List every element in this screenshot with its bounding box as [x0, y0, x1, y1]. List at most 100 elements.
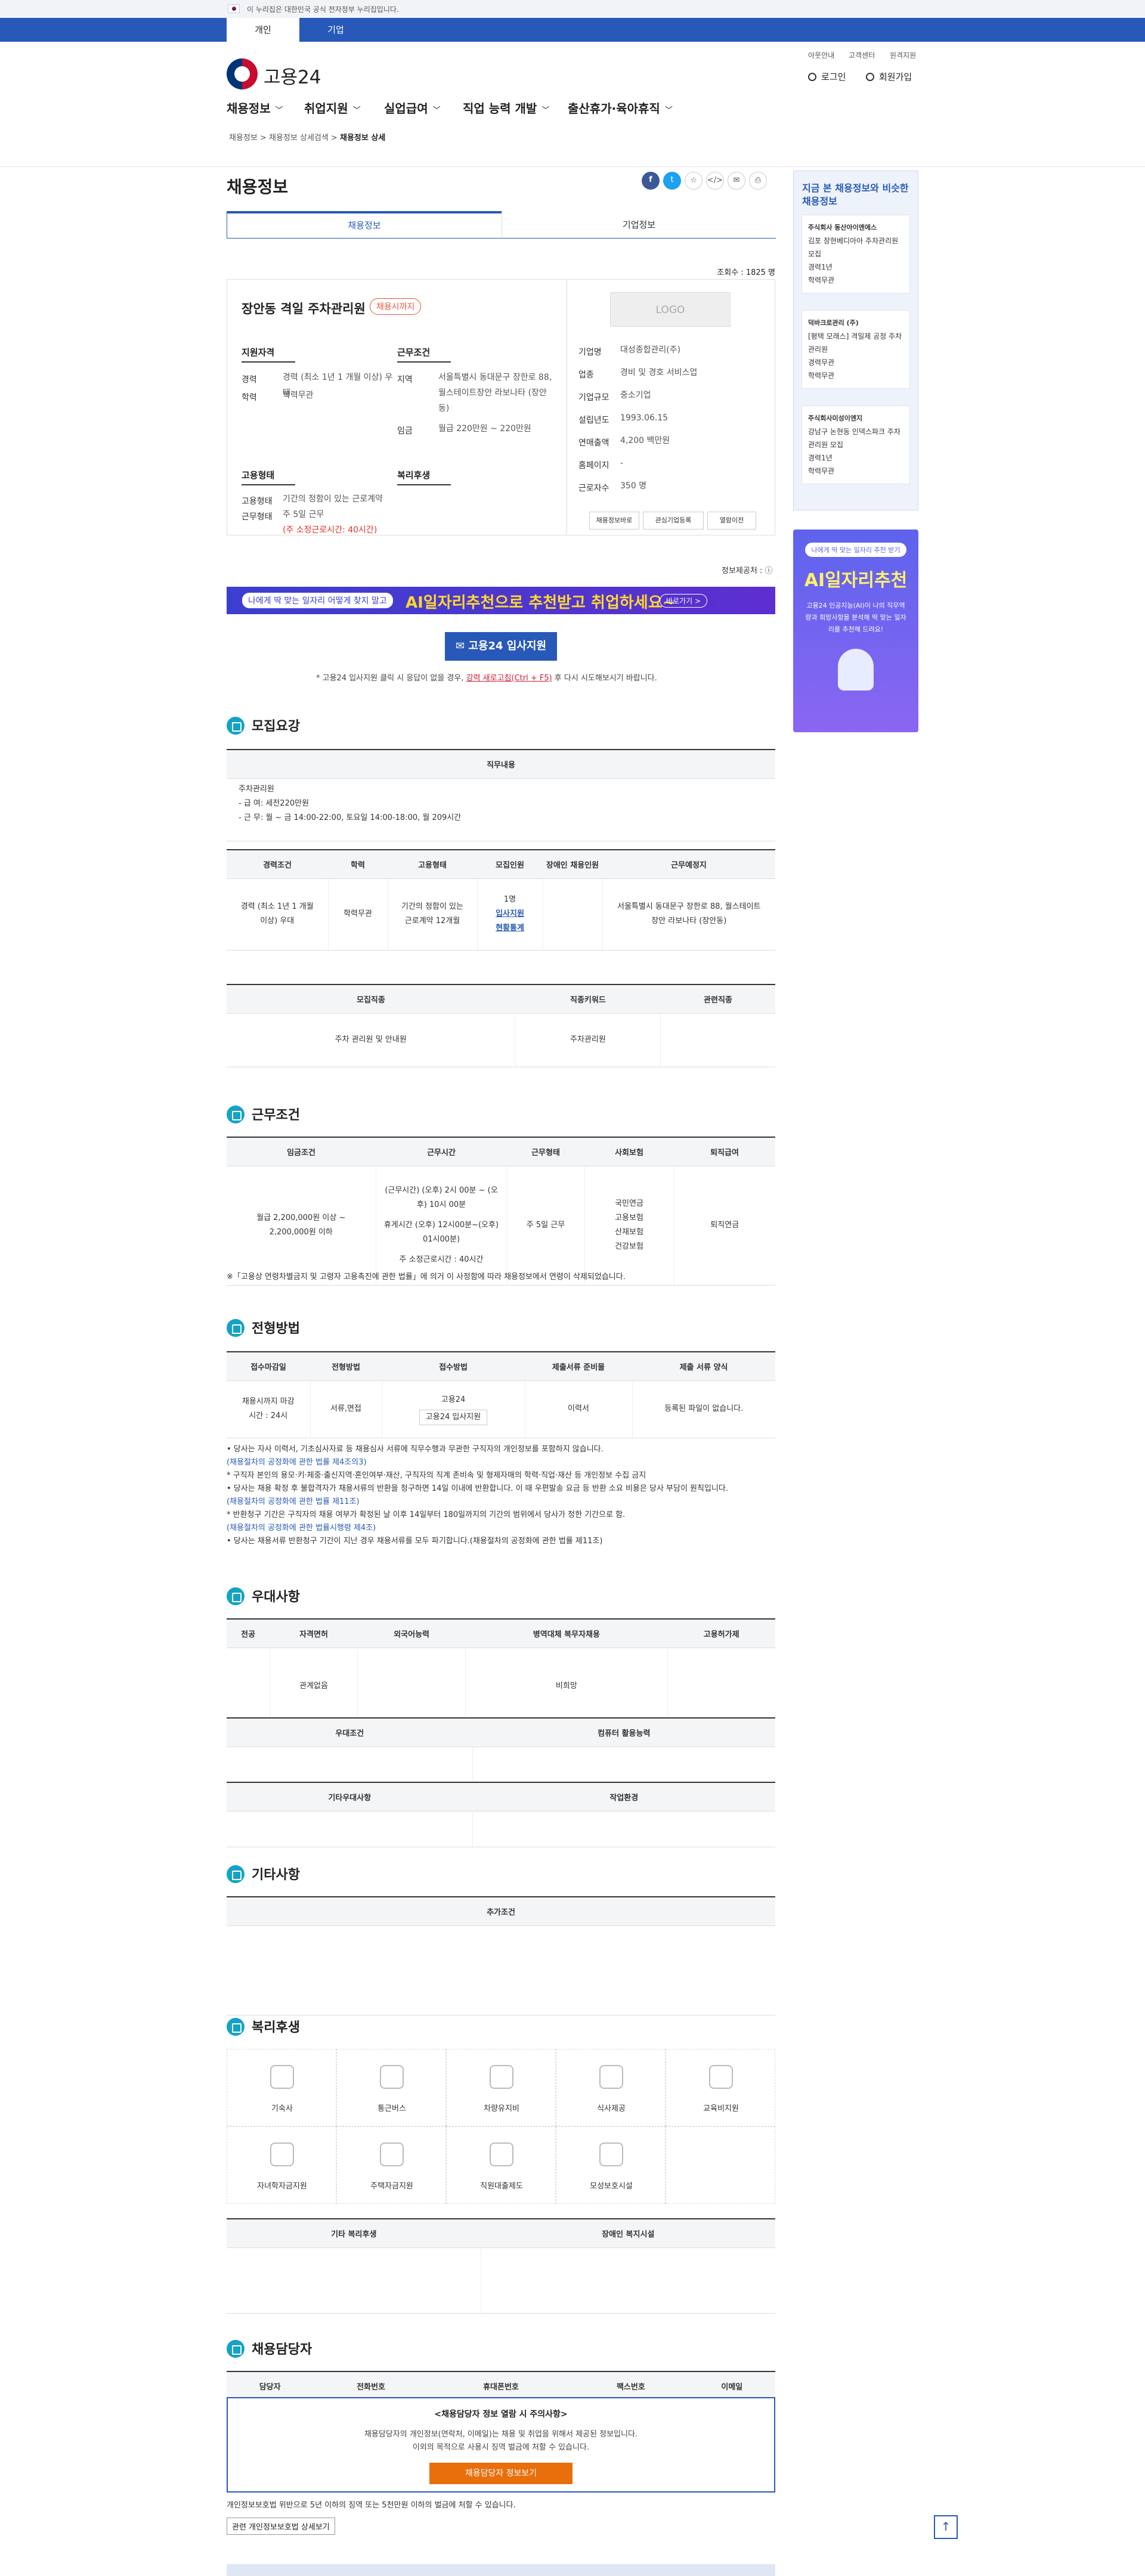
banner-go-button[interactable]: 바로가기 > — [660, 594, 708, 608]
top-link-remote[interactable]: 원격지원 — [890, 50, 916, 60]
work-hours: (주 소정근로시간: 40시간) — [283, 525, 377, 535]
logo-icon[interactable] — [227, 58, 258, 89]
similar-job-field: 김포 장현베디아아 주차관리원 모집 — [808, 237, 899, 258]
chevron-down-icon: ﹀ — [352, 106, 361, 115]
duty-content: 주차관리원 - 급 여: 세전220만원 - 근 무: 월 ~ 금 14:00-22… — [239, 785, 462, 822]
print-icon[interactable]: ⎙ — [749, 172, 767, 190]
site-logo-text[interactable]: 고용24 — [264, 62, 321, 89]
company-value: 4,200 백만원 — [620, 436, 670, 445]
similar-job-card[interactable]: 덕바크로관리 (주) [평택 모래스] 격일제 공정 주차관리원 경력무관 학력무관 — [802, 310, 910, 389]
company-label: 업종 — [578, 370, 594, 380]
similar-job-field: [평택 모래스] 격일제 공정 주차관리원 — [808, 332, 902, 354]
gift-icon — [227, 2018, 245, 2036]
work-type-label: 근무형태 — [242, 512, 273, 522]
view-contact-button[interactable]: 채용담당자 정보보기 — [429, 2463, 572, 2484]
table-header: 경력조건 — [227, 849, 328, 879]
login-button[interactable]: 로그인 — [808, 70, 846, 83]
building-icon — [227, 717, 245, 735]
gnb-item-employment-support[interactable]: 취업지원 ﹀ — [304, 99, 361, 116]
tab-business[interactable]: 기업 — [299, 18, 372, 42]
apply-small-button[interactable]: 고용24 입사지원 — [419, 1410, 488, 1425]
job-info-button[interactable]: 채용정보바로 — [589, 512, 639, 530]
embed-icon[interactable]: </> — [706, 172, 724, 190]
location-value: 서울특별시 동대문구 장한로 88, 월스테이트장안 라보나타 (장안동) — [438, 373, 552, 413]
company-label: 홈페이지 — [578, 461, 609, 470]
gnb-item-leave[interactable]: 출산휴가·육아휴직 ﹀ — [568, 99, 673, 116]
tab-job-info[interactable]: 채용정보 — [227, 212, 502, 238]
work-type-value: 주 5일 근무 — [283, 510, 324, 519]
ai-recommend-sidebar[interactable]: 나에게 딱 맞는 일자리 추천 받기 AI일자리추천 고용24 인공지능(AI)… — [793, 530, 918, 732]
tab-personal[interactable]: 개인 — [227, 18, 299, 42]
welfare-item: 기숙사 — [227, 2049, 336, 2126]
clock-icon — [227, 1106, 245, 1123]
twitter-icon[interactable]: t — [663, 172, 681, 190]
top-link-guide[interactable]: 아웃안내 — [808, 50, 834, 60]
star-icon[interactable]: ☆ — [685, 172, 703, 190]
welfare-item-label: 직원대출제도 — [480, 2182, 523, 2191]
trophy-icon — [227, 1587, 245, 1605]
welfare-icon — [599, 2065, 623, 2089]
lock-icon — [808, 73, 816, 81]
history-button[interactable]: 열람이전 — [707, 512, 756, 530]
top-link-support[interactable]: 고객센터 — [849, 50, 875, 60]
condition-heading: 근무조건 — [397, 347, 451, 363]
apply-button[interactable]: ✉ 고용24 입사지원 — [445, 632, 557, 661]
occupation-table: 모집직종 직종키워드 관련직종 주차 관리원 및 안내원 주차관리원 — [227, 984, 775, 1067]
similar-job-field: 경력1년 — [808, 454, 833, 462]
employment-heading: 고용형태 — [242, 470, 296, 485]
etc-table: 추가조건 — [227, 1896, 775, 2015]
welfare-item-label: 자녀학자금지원 — [257, 2182, 307, 2191]
welfare-icon — [709, 2065, 733, 2089]
similar-job-field: 경력무관 — [808, 358, 835, 367]
chevron-down-icon: ﹀ — [432, 106, 441, 115]
company-label: 기업규모 — [578, 393, 609, 402]
sidebar-title: 지금 본 채용정보와 비슷한 채용정보 — [802, 182, 909, 207]
similar-job-field: 덕바크로관리 (주) — [808, 319, 859, 327]
table-header: 학력 — [328, 849, 388, 879]
recruit-table: 경력조건 학력 고용형태 모집인원 장애인 채용인원 근무예정지 경력 (최소 1년 1 … — [227, 849, 775, 950]
gov-banner-text: 이 누리집은 대한민국 공식 전자정부 누리집입니다. — [247, 5, 399, 14]
privacy-law-button[interactable]: 관련 개인정보보호법 상세보기 — [227, 2518, 335, 2535]
privacy-notice-box: <채용담당자 정보 열람 시 주의사항> 채용담당자의 개인정보(연락처, 이메… — [227, 2397, 775, 2493]
interest-company-button[interactable]: 관심기업등록 — [643, 512, 704, 530]
selection-notes: • 당사는 자사 이력서, 기초심사자료 등 채용심사 서류에 직무수행과 무관… — [227, 1445, 728, 1546]
welfare-icon — [380, 2065, 404, 2089]
welfare-icon — [490, 2142, 513, 2166]
view-count: 조회수 : 1825 명 — [717, 268, 775, 277]
similar-job-card[interactable]: 주식회사 동산아이엔에스 김포 장현베디아아 주차관리원 모집 경력1년 학력무관 — [802, 215, 910, 293]
document-icon — [227, 1319, 245, 1337]
ai-recommend-banner[interactable]: 나에게 딱 맞는 일자리 어떻게 찾지 말고 AI일자리추천으로 추천받고 취업… — [227, 587, 775, 614]
scroll-top-button[interactable]: ↑ — [934, 2515, 958, 2539]
info-source[interactable]: 정보제공처 : ⓘ — [722, 564, 772, 575]
company-label: 근로자수 — [578, 484, 609, 493]
preference-section-title: 우대사항 — [227, 1586, 300, 1605]
gnb-item-training[interactable]: 직업 능력 개발 ﹀ — [463, 99, 549, 116]
gnb-item-unemployment[interactable]: 실업급여 ﹀ — [384, 99, 441, 116]
stats-link[interactable]: 현황통계 — [478, 921, 543, 936]
welfare-item: 주택자금지원 — [336, 2126, 446, 2204]
preference-table: 전공 자격면허 외국어능력 병역대체 복무자채용 고용허가제 관계없음 비희망 — [227, 1618, 775, 1726]
gnb-item-jobs[interactable]: 채용정보 ﹀ — [227, 99, 283, 116]
mail-icon[interactable]: ✉ — [728, 172, 745, 190]
employment-type-value: 기간의 정함이 있는 근로계약 — [283, 494, 383, 504]
company-label: 연매출액 — [578, 438, 609, 448]
welfare-item: 직원대출제도 — [446, 2126, 556, 2204]
signup-button[interactable]: 회원가입 — [866, 70, 912, 83]
table-header: 근무예정지 — [602, 849, 775, 879]
facebook-icon[interactable]: f — [642, 172, 660, 190]
page-title: 채용정보 — [227, 177, 289, 197]
chevron-down-icon: ﹀ — [664, 106, 673, 115]
similar-job-field: 학력무관 — [808, 276, 835, 284]
pay-value: 월급 220만원 ~ 220만원 — [438, 424, 531, 434]
welfare-icon — [380, 2142, 404, 2166]
similar-job-field: 강남구 논현동 인덱스파크 주차관리원 모집 — [808, 428, 900, 449]
welfare-item: 통근버스 — [336, 2049, 446, 2126]
tab-company-info[interactable]: 기업정보 — [502, 211, 776, 239]
user-type-tabs: 개인 기업 — [0, 18, 1145, 42]
age-note: ※「고용상 연령차별금지 및 고령자 고용촉진에 관한 법률」에 의거 이 사정… — [227, 1272, 626, 1281]
apply-link[interactable]: 입사지원 — [478, 907, 543, 921]
recruit-section-title: 모집요강 — [227, 716, 300, 735]
company-value: 중소기업 — [620, 391, 651, 400]
welfare-icon — [599, 2142, 623, 2166]
similar-job-card[interactable]: 주식회사미성이엔지 강남구 논현동 인덱스파크 주차관리원 모집 경력1년 학력무관 — [802, 405, 910, 484]
